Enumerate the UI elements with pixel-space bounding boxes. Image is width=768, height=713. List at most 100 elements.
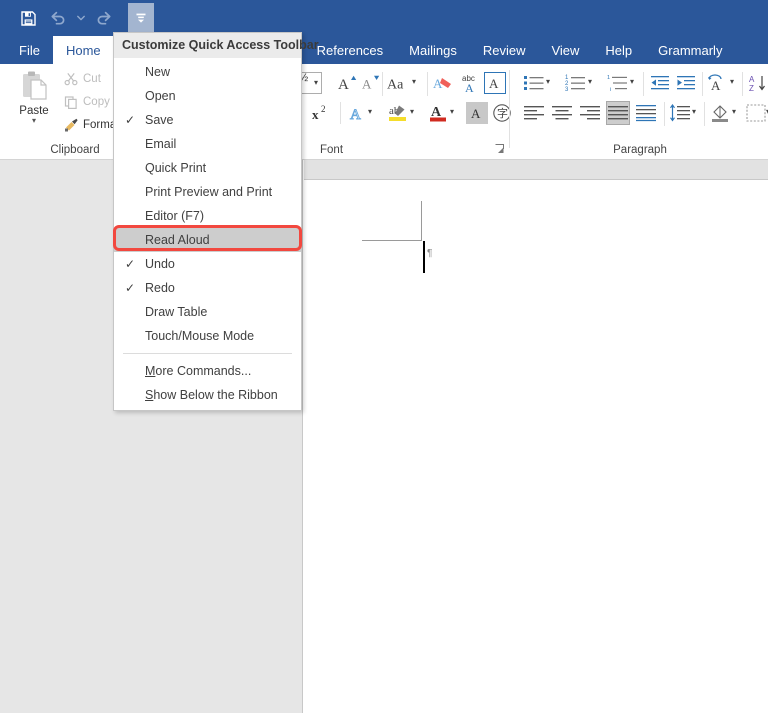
menu-item-editor[interactable]: Editor (F7) xyxy=(114,204,301,228)
check-icon xyxy=(123,228,137,252)
paste-dropdown-caret-icon[interactable]: ▾ xyxy=(10,117,58,125)
shrink-font-icon[interactable]: A xyxy=(359,72,381,94)
character-shading-icon[interactable]: A xyxy=(466,102,488,124)
borders-icon[interactable] xyxy=(744,101,768,125)
phonetic-guide-icon[interactable]: abc A xyxy=(458,71,482,95)
quick-access-toolbar xyxy=(14,0,154,36)
menu-item-undo[interactable]: ✓ Undo xyxy=(114,252,301,276)
tab-grammarly[interactable]: Grammarly xyxy=(645,36,735,64)
multilevel-list-icon[interactable]: 1 i xyxy=(606,72,630,94)
check-icon xyxy=(123,300,137,324)
menu-item-label: Show Below the Ribbon xyxy=(145,388,278,402)
clear-formatting-icon[interactable]: A xyxy=(432,72,456,94)
menu-item-save[interactable]: ✓ Save xyxy=(114,108,301,132)
tab-view[interactable]: View xyxy=(538,36,592,64)
font-color-icon[interactable]: A xyxy=(426,101,450,125)
change-case-icon[interactable]: Aa xyxy=(386,72,412,94)
ribbon-group-paragraph: ▾ 1 2 3 ▾ 1 i ▾ A ▾ A Z ▾ ▾ Paragraph xyxy=(512,64,768,159)
tab-mailings[interactable]: Mailings xyxy=(396,36,470,64)
menu-item-list: New Open ✓ Save Email Quick Print Print … xyxy=(114,58,301,407)
bullets-caret-icon[interactable]: ▾ xyxy=(546,77,550,86)
numbering-icon[interactable]: 1 2 3 xyxy=(564,72,588,94)
menu-item-label: Draw Table xyxy=(145,305,208,319)
menu-item-read-aloud[interactable]: Read Aloud xyxy=(114,228,301,252)
svg-text:3: 3 xyxy=(565,87,569,92)
customize-quick-access-toolbar-menu: Customize Quick Access Toolbar New Open … xyxy=(113,32,319,411)
menu-item-label: Save xyxy=(145,113,174,127)
text-effects-icon[interactable]: A xyxy=(346,102,368,124)
tab-help[interactable]: Help xyxy=(592,36,645,64)
menu-item-show-below-the-ribbon[interactable]: Show Below the Ribbon xyxy=(114,383,301,407)
menu-item-redo[interactable]: ✓ Redo xyxy=(114,276,301,300)
shading-icon[interactable] xyxy=(708,101,732,125)
shading-caret-icon[interactable]: ▾ xyxy=(732,107,736,116)
text-effects-caret-icon[interactable]: ▾ xyxy=(368,107,372,116)
align-left-icon[interactable] xyxy=(522,102,546,124)
font-size-caret-icon[interactable]: ▾ xyxy=(314,78,318,87)
ruler-band xyxy=(304,160,768,180)
svg-text:A: A xyxy=(711,78,721,92)
sort-icon[interactable]: A Z xyxy=(746,72,768,94)
document-page[interactable]: ¶ xyxy=(304,181,768,713)
numbering-caret-icon[interactable]: ▾ xyxy=(588,77,592,86)
tab-file[interactable]: File xyxy=(6,36,53,64)
menu-item-touch-mouse-mode[interactable]: Touch/Mouse Mode xyxy=(114,324,301,348)
undo-dropdown-caret-icon[interactable] xyxy=(74,5,88,31)
check-icon xyxy=(123,204,137,228)
check-icon xyxy=(123,180,137,204)
tab-review[interactable]: Review xyxy=(470,36,539,64)
menu-item-label: Undo xyxy=(145,257,175,271)
format-painter-button[interactable]: Format xyxy=(62,117,119,133)
menu-item-label: Email xyxy=(145,137,177,151)
menu-item-label: New xyxy=(145,65,171,79)
font-dialog-launcher[interactable] xyxy=(495,144,506,155)
character-border-icon[interactable]: A xyxy=(484,72,506,94)
paragraph-mark-icon: ¶ xyxy=(427,248,433,259)
align-center-icon[interactable] xyxy=(550,102,574,124)
text-highlight-caret-icon[interactable]: ▾ xyxy=(410,107,414,116)
cut-label: Cut xyxy=(83,73,101,85)
decrease-indent-icon[interactable] xyxy=(648,72,672,94)
align-right-icon[interactable] xyxy=(578,102,602,124)
line-spacing-caret-icon[interactable]: ▾ xyxy=(692,107,696,116)
bullets-icon[interactable] xyxy=(522,72,546,94)
svg-text:Aa: Aa xyxy=(387,78,404,93)
line-spacing-icon[interactable] xyxy=(668,102,692,124)
menu-item-label: Open xyxy=(145,89,176,103)
paste-button[interactable]: Paste ▾ xyxy=(10,68,58,125)
font-color-caret-icon[interactable]: ▾ xyxy=(450,107,454,116)
text-direction-caret-icon[interactable]: ▾ xyxy=(730,77,734,86)
redo-icon[interactable] xyxy=(90,5,118,31)
copy-button[interactable]: Copy xyxy=(62,94,110,110)
distributed-icon[interactable] xyxy=(634,101,658,125)
justify-icon[interactable] xyxy=(606,101,630,125)
increase-indent-icon[interactable] xyxy=(674,72,698,94)
svg-text:A: A xyxy=(362,77,372,92)
text-direction-icon[interactable]: A xyxy=(706,72,730,94)
menu-item-quick-print[interactable]: Quick Print xyxy=(114,156,301,180)
menu-item-print-preview-and-print[interactable]: Print Preview and Print xyxy=(114,180,301,204)
save-icon[interactable] xyxy=(14,5,42,31)
svg-text:A: A xyxy=(471,106,481,121)
svg-text:A: A xyxy=(489,76,499,91)
cut-button[interactable]: Cut xyxy=(62,71,101,87)
undo-icon[interactable] xyxy=(44,5,72,31)
superscript-icon[interactable]: x 2 xyxy=(310,102,334,124)
multilevel-list-caret-icon[interactable]: ▾ xyxy=(630,77,634,86)
change-case-caret-icon[interactable]: ▾ xyxy=(412,77,416,86)
menu-item-draw-table[interactable]: Draw Table xyxy=(114,300,301,324)
tab-home[interactable]: Home xyxy=(52,36,114,64)
menu-item-new[interactable]: New xyxy=(114,60,301,84)
svg-text:i: i xyxy=(610,87,611,92)
grow-font-icon[interactable]: A xyxy=(336,72,358,94)
menu-separator xyxy=(123,353,292,354)
text-highlight-color-icon[interactable]: ab xyxy=(386,101,410,125)
menu-item-more-commands[interactable]: More Commands... xyxy=(114,359,301,383)
paragraph-group-label: Paragraph xyxy=(613,144,667,156)
text-insertion-caret xyxy=(423,241,425,273)
customize-quick-access-toolbar-icon[interactable] xyxy=(128,3,154,33)
menu-item-open[interactable]: Open xyxy=(114,84,301,108)
format-painter-icon xyxy=(62,117,80,133)
menu-item-email[interactable]: Email xyxy=(114,132,301,156)
svg-text:A: A xyxy=(465,81,474,93)
